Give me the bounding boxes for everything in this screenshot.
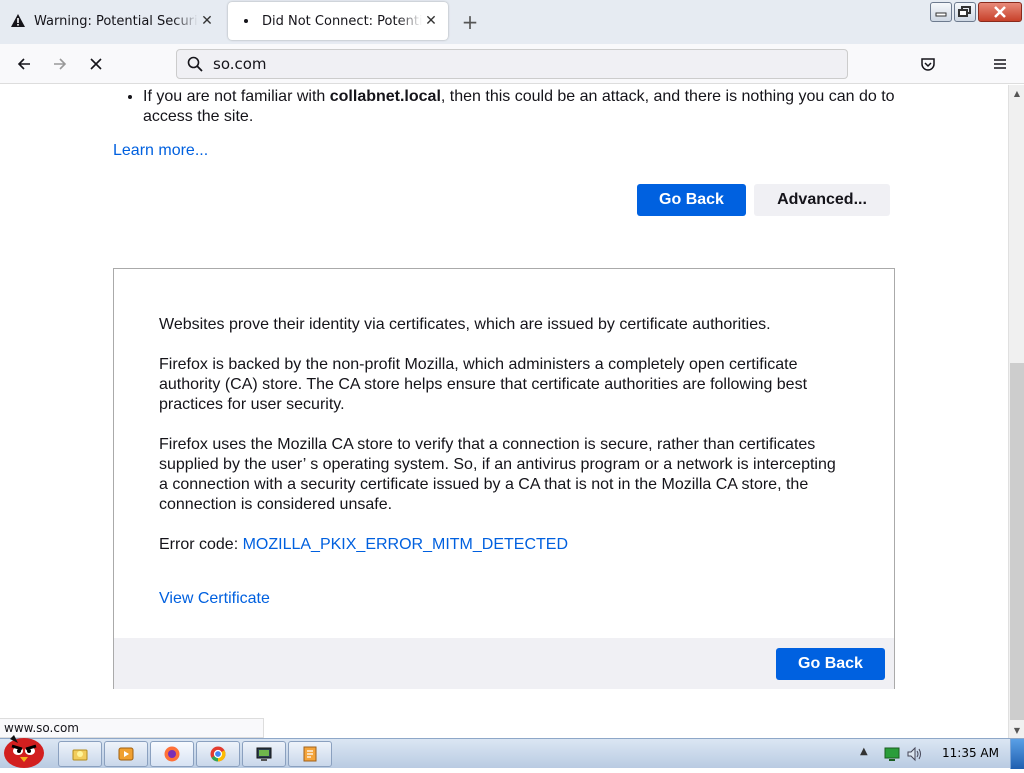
vertical-scrollbar[interactable]: ▲ ▼ [1008, 85, 1024, 738]
back-arrow-icon [17, 58, 30, 70]
navigation-toolbar [0, 44, 1024, 84]
firefox-icon [164, 746, 180, 762]
media-player-icon [118, 747, 134, 761]
scroll-down-arrow-icon[interactable]: ▼ [1009, 722, 1024, 738]
taskbar: ▲ 11:35 AM [0, 735, 1024, 769]
tab-warning[interactable]: Warning: Potential Security Risk Ahead ✕ [0, 2, 224, 40]
show-desktop-button[interactable] [1010, 739, 1024, 769]
address-bar[interactable] [176, 49, 848, 79]
taskbar-editor[interactable] [288, 741, 332, 767]
tab-title: Did Not Connect: Potential Security Issu… [262, 13, 422, 29]
scroll-up-arrow-icon[interactable]: ▲ [1009, 85, 1024, 101]
view-certificate-link[interactable]: View Certificate [159, 590, 270, 608]
taskbar-chrome[interactable] [196, 741, 240, 767]
window-controls [930, 2, 1022, 22]
taskbar-clock[interactable]: 11:35 AM [942, 746, 999, 760]
start-button[interactable] [0, 731, 52, 769]
go-back-button[interactable]: Go Back [637, 184, 746, 216]
forward-button[interactable] [48, 52, 72, 76]
minimize-button[interactable] [930, 2, 952, 22]
taskbar-network-tool[interactable] [242, 741, 286, 767]
error-code-label: Error code: [159, 536, 243, 553]
bullet-prefix: If you are not familiar with [143, 88, 330, 105]
search-icon [187, 56, 203, 72]
loading-dot-icon [238, 13, 254, 29]
back-button[interactable] [12, 52, 36, 76]
show-hidden-icons-button[interactable]: ▲ [860, 746, 868, 757]
warning-icon [10, 13, 26, 29]
restore-button[interactable] [954, 2, 976, 22]
new-tab-button[interactable]: + [458, 10, 482, 34]
url-input[interactable] [211, 54, 811, 74]
tab-did-not-connect[interactable]: Did Not Connect: Potential Security Issu… [228, 2, 448, 40]
volume-icon[interactable] [906, 746, 922, 762]
tab-title: Warning: Potential Security Risk Ahead [34, 13, 198, 29]
hamburger-menu-icon [994, 59, 1006, 69]
paragraph-certificates: Websites prove their identity via certif… [159, 316, 771, 333]
close-window-button[interactable] [978, 2, 1022, 22]
taskbar-media-player[interactable] [104, 741, 148, 767]
pocket-icon [921, 58, 935, 71]
error-code-line: Error code: MOZILLA_PKIX_ERROR_MITM_DETE… [159, 535, 849, 555]
menu-button[interactable] [988, 52, 1012, 76]
angry-bird-start-icon [4, 735, 44, 768]
forward-arrow-icon [54, 58, 67, 70]
network-monitor-icon [256, 747, 272, 761]
stop-loading-button[interactable] [84, 52, 108, 76]
page-content: If you are not familiar with collabnet.l… [0, 85, 1008, 718]
risk-explanation: If you are not familiar with collabnet.l… [128, 87, 908, 127]
list-item: If you are not familiar with collabnet.l… [143, 87, 908, 127]
error-code-link[interactable]: MOZILLA_PKIX_ERROR_MITM_DETECTED [243, 536, 568, 553]
advanced-button[interactable]: Advanced... [754, 184, 890, 216]
advanced-panel-body: Websites prove their identity via certif… [159, 315, 849, 575]
paragraph-mitm: Firefox uses the Mozilla CA store to ver… [159, 436, 836, 513]
go-back-button-panel[interactable]: Go Back [776, 648, 885, 680]
taskbar-explorer[interactable] [58, 741, 102, 767]
folder-icon [72, 749, 88, 761]
hostname: collabnet.local [329, 88, 441, 105]
tab-close-button[interactable]: ✕ [198, 12, 216, 30]
notepad-icon [303, 746, 317, 762]
tab-close-button[interactable]: ✕ [422, 12, 440, 30]
network-tray-icon[interactable] [884, 746, 900, 762]
advanced-panel-footer: Go Back [114, 638, 894, 689]
tab-strip: Warning: Potential Security Risk Ahead ✕… [0, 0, 1024, 44]
taskbar-firefox[interactable] [150, 741, 194, 767]
chrome-icon [210, 746, 226, 762]
scrollbar-thumb[interactable] [1010, 363, 1024, 720]
advanced-panel: Websites prove their identity via certif… [113, 268, 895, 689]
pocket-button[interactable] [916, 52, 940, 76]
learn-more-link[interactable]: Learn more... [113, 142, 208, 160]
stop-icon [90, 58, 102, 70]
paragraph-mozilla-ca: Firefox is backed by the non-profit Mozi… [159, 356, 808, 413]
